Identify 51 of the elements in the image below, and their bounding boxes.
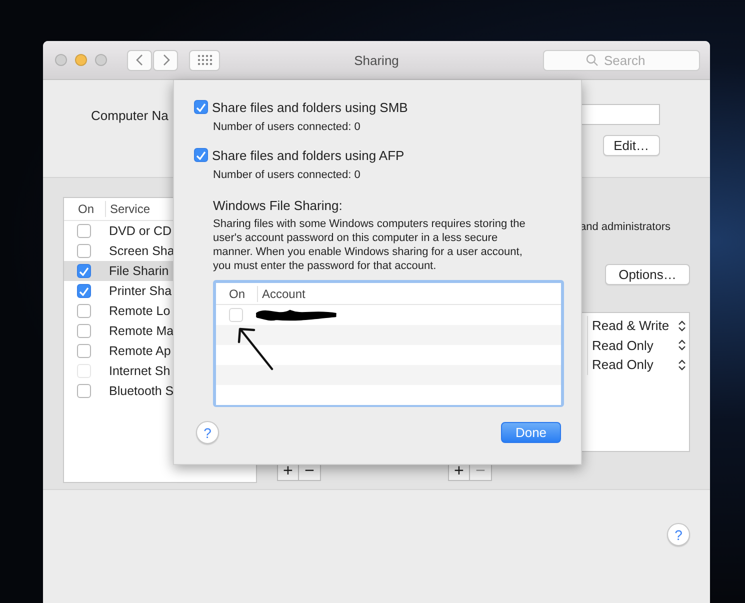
- chevron-right-icon: [162, 54, 170, 66]
- permission-popup[interactable]: Read Only: [587, 336, 689, 355]
- up-down-icon: [678, 320, 686, 332]
- checkbox[interactable]: [194, 148, 208, 162]
- forward-button[interactable]: [153, 50, 178, 70]
- checkbox[interactable]: [77, 324, 91, 338]
- service-name: File Sharin: [109, 264, 169, 278]
- service-name: Remote Ap: [109, 344, 171, 358]
- close-icon[interactable]: [55, 54, 67, 66]
- help-button[interactable]: ?: [196, 421, 219, 444]
- section-heading: Windows File Sharing:: [213, 198, 344, 213]
- column-header[interactable]: On: [64, 201, 106, 217]
- checkbox[interactable]: [77, 384, 91, 398]
- connection-status: Number of users connected: 0: [213, 169, 362, 182]
- computer-name-label: Computer Na: [91, 108, 168, 123]
- checkbox[interactable]: [77, 264, 91, 278]
- hand-drawn-arrow: [236, 326, 276, 372]
- checkbox[interactable]: [77, 344, 91, 358]
- column-header[interactable]: Account: [258, 286, 358, 302]
- option-label[interactable]: Share files and folders using SMB: [212, 100, 408, 114]
- chevron-left-icon: [136, 54, 144, 66]
- column-header[interactable]: On: [216, 286, 258, 302]
- minimize-icon[interactable]: [75, 54, 87, 66]
- checkbox[interactable]: [194, 100, 208, 114]
- zoom-icon[interactable]: [95, 54, 107, 66]
- show-all-button[interactable]: [189, 50, 220, 70]
- grid-icon: [198, 55, 212, 65]
- checkbox[interactable]: [77, 224, 91, 238]
- edit-button[interactable]: Edit…: [602, 135, 660, 156]
- service-name: Bluetooth S: [109, 384, 174, 398]
- search-field[interactable]: Search: [543, 50, 700, 70]
- service-name: Printer Sha: [109, 284, 172, 298]
- service-name: Internet Sh: [109, 364, 170, 378]
- window-title: Sharing: [353, 52, 400, 68]
- service-name: Remote Lo: [109, 304, 170, 318]
- connection-status: Number of users connected: 0: [213, 121, 362, 134]
- service-name: DVD or CD: [109, 224, 172, 238]
- permission-popup[interactable]: Read & Write: [587, 316, 689, 336]
- permission-popup[interactable]: Read Only: [587, 355, 689, 374]
- option-label[interactable]: Share files and folders using AFP: [212, 148, 404, 162]
- up-down-icon: [678, 339, 686, 352]
- help-button[interactable]: ?: [667, 523, 690, 546]
- back-button[interactable]: [127, 50, 152, 70]
- up-down-icon: [678, 358, 686, 371]
- service-name: Screen Sha: [109, 244, 174, 258]
- checkbox[interactable]: [77, 304, 91, 318]
- checkbox[interactable]: [77, 284, 91, 298]
- search-icon: [586, 54, 598, 66]
- service-name: Remote Ma: [109, 324, 174, 338]
- options-button[interactable]: Options…: [605, 264, 690, 285]
- checkbox[interactable]: [77, 244, 91, 258]
